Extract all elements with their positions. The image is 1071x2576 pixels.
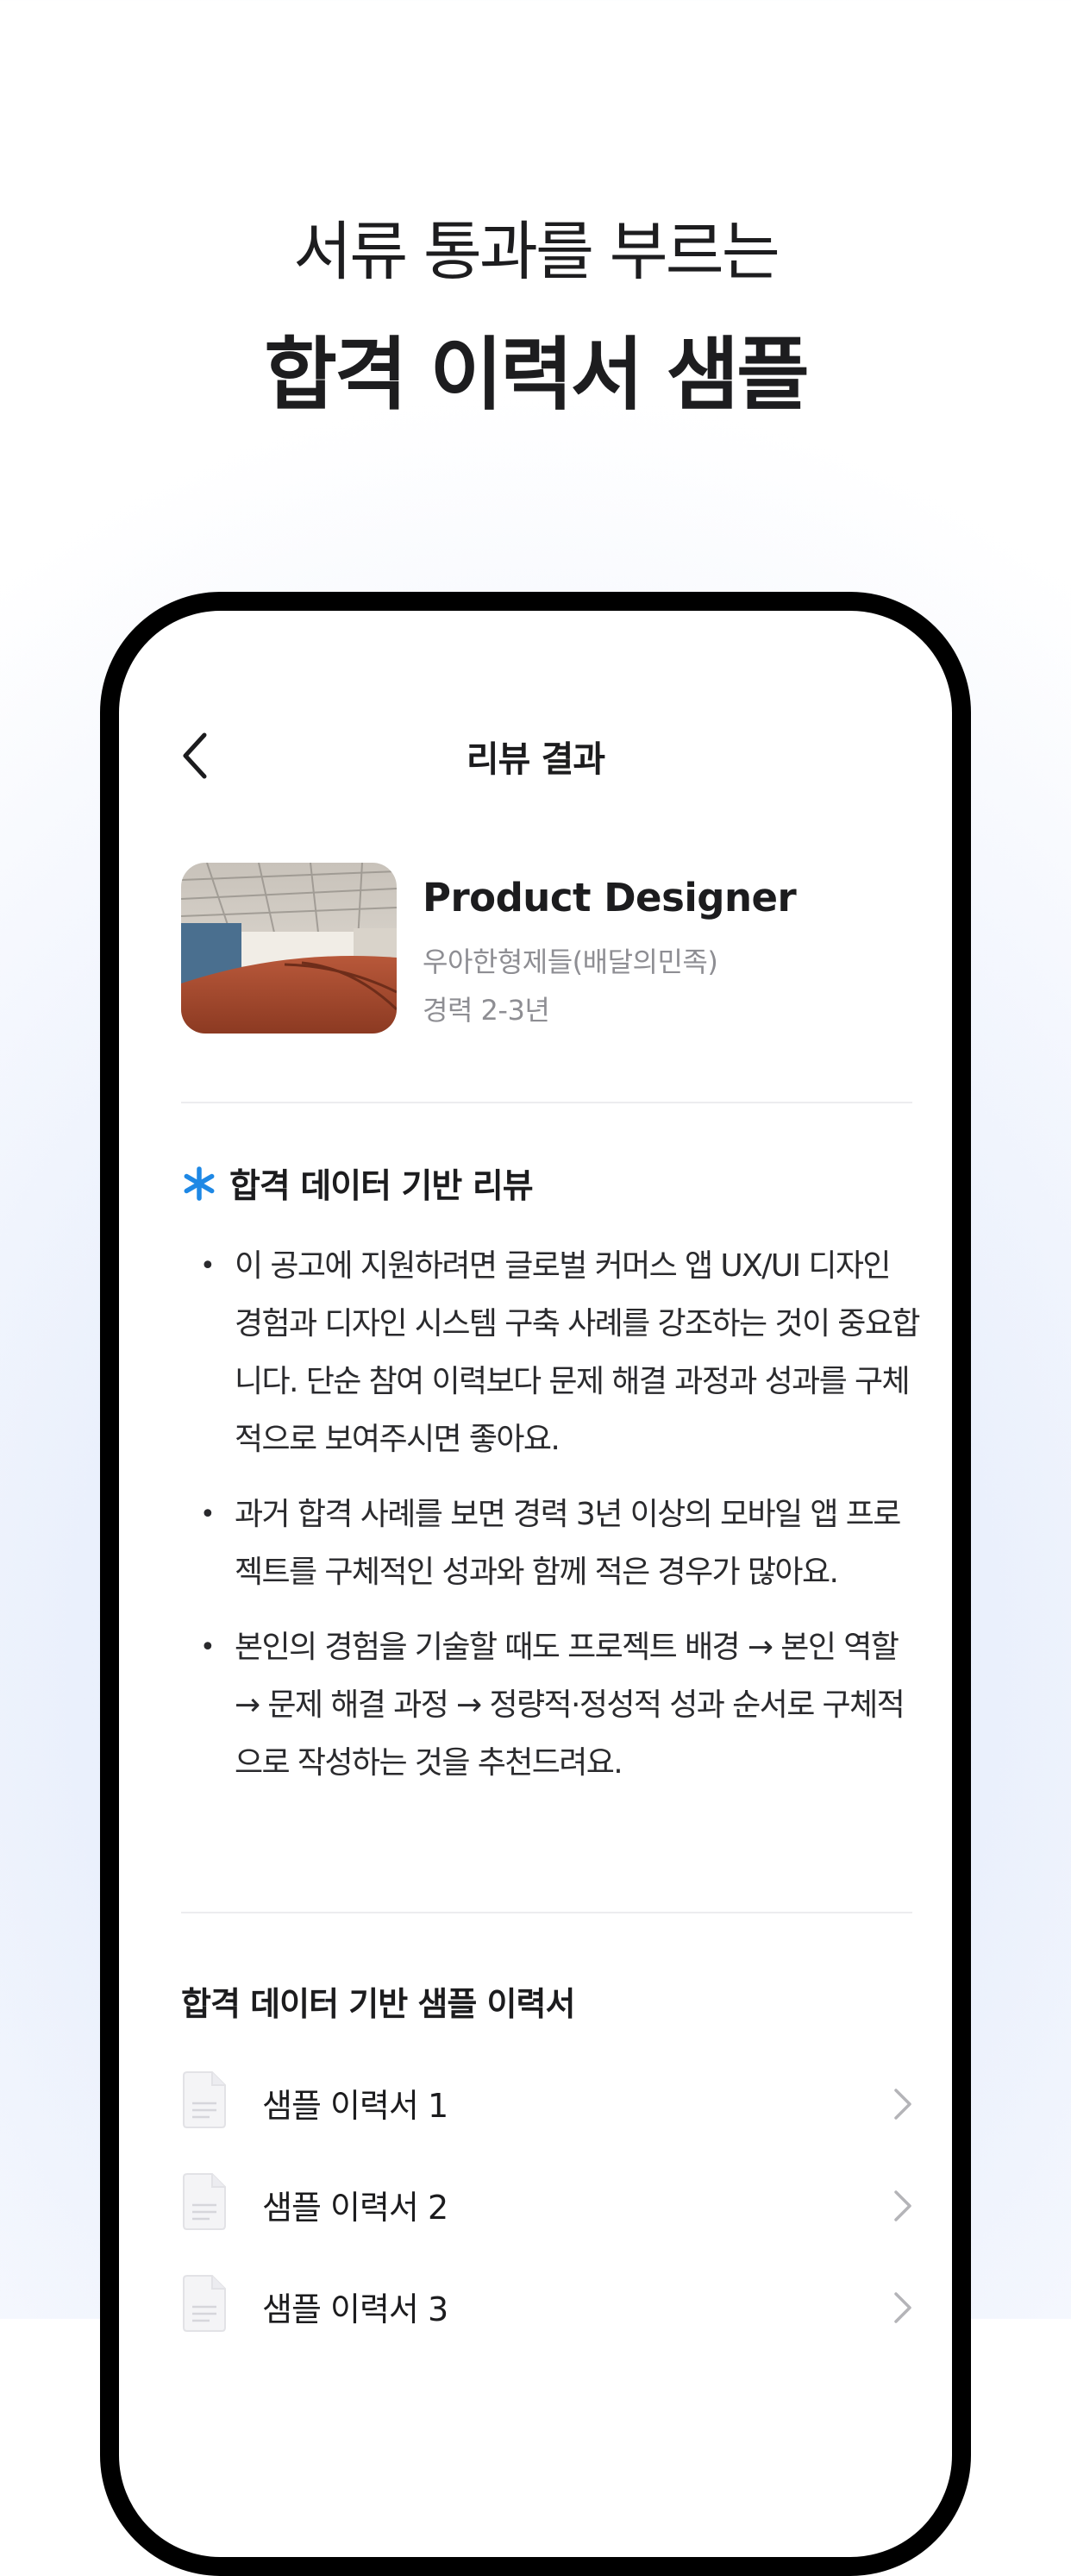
review-bullet: 본인의 경험을 기술할 때도 프로젝트 배경 → 본인 역할 → 문제 해결 과… — [181, 1618, 923, 1792]
page-title: 리뷰 결과 — [466, 738, 605, 780]
company-name: 우아한형제들(배달의민족) — [423, 946, 718, 978]
chevron-right-icon — [894, 2190, 911, 2221]
job-card[interactable]: Product Designer 우아한형제들(배달의민족) 경력 2-3년 — [181, 863, 912, 1078]
nav-bar: 리뷰 결과 — [119, 721, 952, 790]
chevron-right-icon — [894, 2292, 911, 2323]
document-icon — [183, 2173, 226, 2230]
divider — [181, 1102, 912, 1103]
headline-line-1: 서류 통과를 부르는 — [293, 215, 780, 289]
review-bullet: 과거 합격 사례를 보면 경력 3년 이상의 모바일 앱 프로젝트를 구체적인 … — [181, 1486, 923, 1601]
experience-label: 경력 2-3년 — [423, 994, 550, 1027]
sample-resume-item-2[interactable]: 샘플 이력서 2 — [181, 2157, 912, 2259]
document-icon — [183, 2071, 226, 2128]
review-heading-label: 합격 데이터 기반 리뷰 — [229, 1167, 534, 1206]
asterisk-icon — [184, 1166, 215, 1201]
review-heading: 합격 데이터 기반 리뷰 — [181, 1158, 534, 1209]
review-bullet-list: 이 공고에 지원하려면 글로벌 커머스 앱 UX/UI 디자인 경험과 디자인 … — [181, 1237, 923, 1809]
job-title: Product Designer — [423, 875, 797, 920]
sample-resume-label: 샘플 이력서 2 — [262, 2189, 448, 2227]
sample-resume-heading: 합격 데이터 기반 샘플 이력서 — [181, 1985, 575, 2023]
sample-resume-item-1[interactable]: 샘플 이력서 1 — [181, 2055, 912, 2157]
phone-frame: 리뷰 결과 Product Designer 우아한형제들(배달의민족) 경력 … — [100, 592, 971, 2576]
review-bullet: 이 공고에 지원하려면 글로벌 커머스 앱 UX/UI 디자인 경험과 디자인 … — [181, 1237, 923, 1468]
sample-resume-list: 샘플 이력서 1 샘플 이력서 2 샘플 이력서 3 — [181, 2055, 912, 2360]
sample-resume-item-3[interactable]: 샘플 이력서 3 — [181, 2259, 912, 2360]
chevron-right-icon — [894, 2089, 911, 2120]
sample-resume-label: 샘플 이력서 1 — [262, 2087, 448, 2125]
document-icon — [183, 2275, 226, 2332]
company-office-image — [181, 863, 397, 1034]
headline-line-2: 합격 이력서 샘플 — [264, 329, 810, 421]
sample-resume-label: 샘플 이력서 3 — [262, 2290, 448, 2328]
divider — [181, 1912, 912, 1913]
phone-screen: 리뷰 결과 Product Designer 우아한형제들(배달의민족) 경력 … — [119, 611, 952, 2557]
